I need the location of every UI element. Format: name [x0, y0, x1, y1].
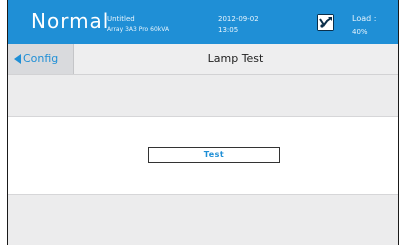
load-label: Load : [352, 14, 377, 23]
device-screen: Normal Untitled Array 3A3 Pro 60kVA 2012… [7, 0, 399, 245]
bottom-panel [8, 194, 398, 245]
project-name: Untitled [107, 15, 135, 23]
status-header: Normal Untitled Array 3A3 Pro 60kVA 2012… [8, 0, 398, 44]
triangle-left-icon [14, 54, 21, 64]
page-title: Lamp Test [207, 52, 264, 65]
test-button[interactable]: Test [148, 147, 280, 163]
top-panel [8, 75, 398, 117]
system-status: Normal [31, 9, 110, 33]
lamp-test-panel: Test [8, 117, 398, 194]
title-bar: Config Lamp Test [8, 44, 398, 75]
device-model: Array 3A3 Pro 60kVA [107, 26, 170, 33]
bypass-mode-icon [317, 14, 334, 31]
time-display: 13:05 [218, 26, 239, 34]
back-button[interactable]: Config [8, 44, 74, 74]
load-value: 40% [352, 28, 368, 36]
date-display: 2012-09-02 [218, 15, 259, 23]
back-button-label: Config [23, 52, 59, 65]
